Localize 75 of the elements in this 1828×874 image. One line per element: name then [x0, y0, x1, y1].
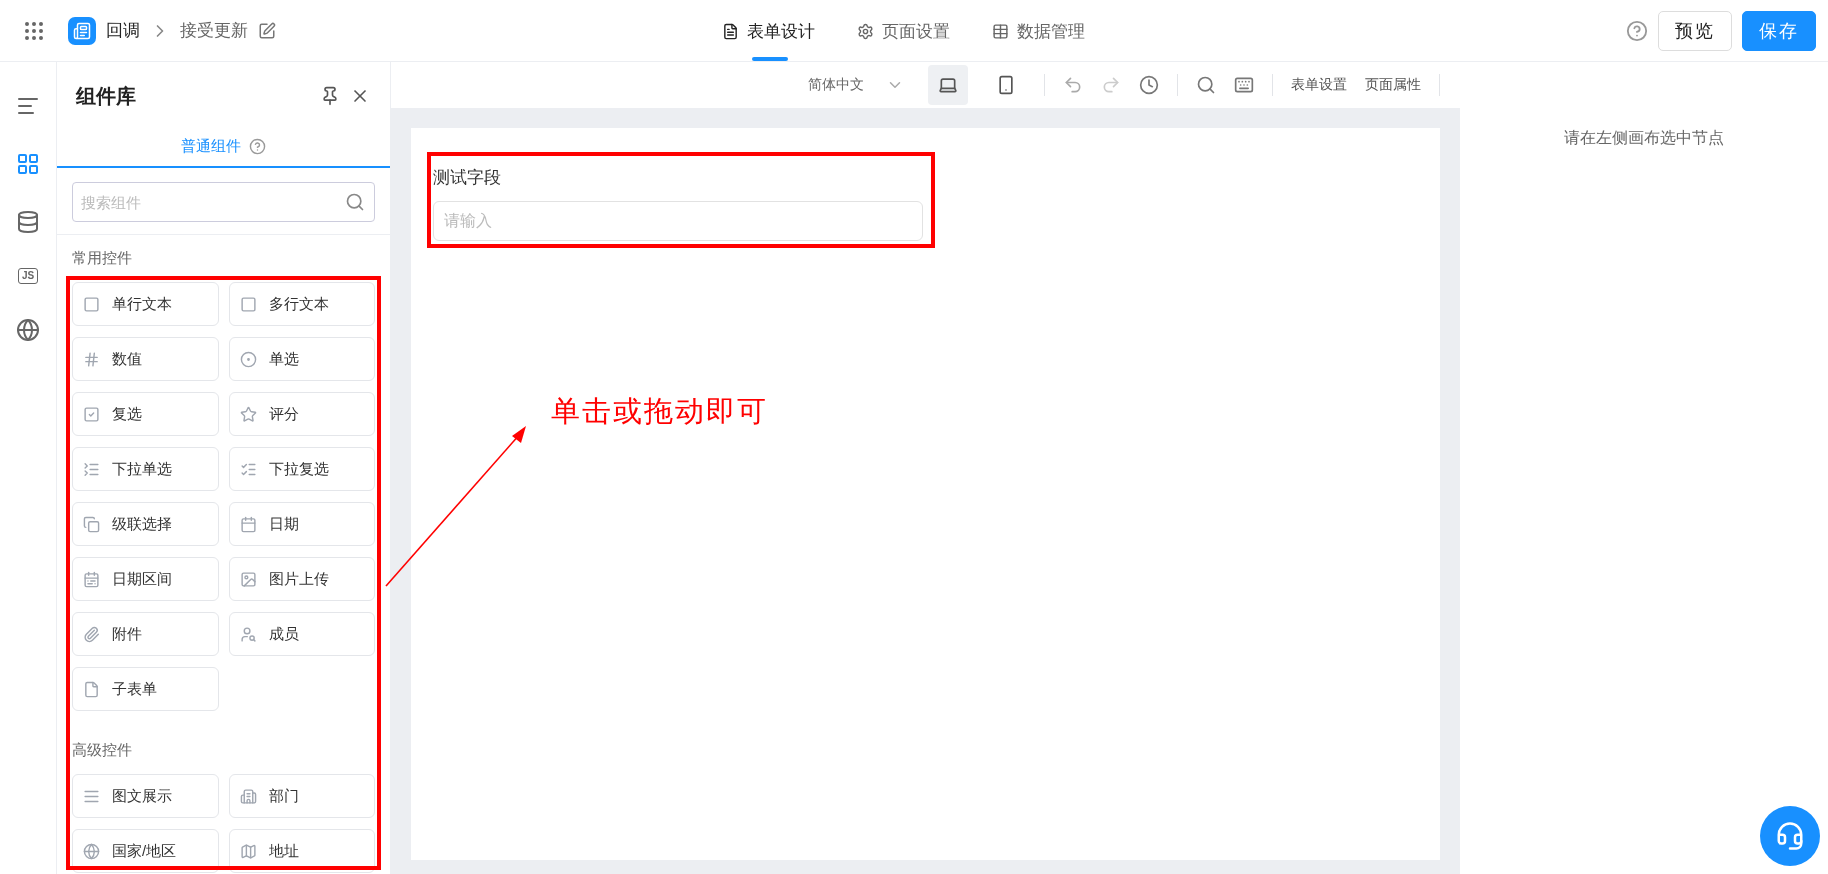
- app-logo-icon: [68, 16, 96, 45]
- building-icon: [239, 787, 257, 805]
- checkbox-icon: [83, 405, 100, 423]
- component-item[interactable]: 图文展示: [72, 774, 219, 818]
- component-item[interactable]: 地址: [228, 829, 375, 873]
- toolbar-link[interactable]: 页面属性: [1365, 76, 1421, 94]
- empty-hint: 请在左侧画布选中节点: [1564, 128, 1724, 148]
- nav-tab[interactable]: 页面设置: [855, 0, 952, 62]
- panel-title: 组件库: [76, 83, 136, 109]
- component-item[interactable]: 单行文本: [72, 282, 219, 326]
- document-icon: [722, 22, 739, 40]
- text-input[interactable]: 请输入: [433, 201, 923, 241]
- language-select[interactable]: 简体中文: [802, 75, 910, 95]
- help-icon[interactable]: [1626, 19, 1648, 42]
- annotation-text: 单击或拖动即可: [551, 393, 768, 430]
- map-icon: [239, 842, 257, 860]
- component-item[interactable]: 子表单: [72, 667, 219, 711]
- pin-icon[interactable]: [320, 86, 340, 106]
- table-icon: [992, 22, 1009, 40]
- star-icon: [239, 405, 257, 423]
- laptop-icon: [938, 75, 958, 95]
- field-label: 测试字段: [433, 167, 502, 189]
- calendar-icon: [239, 515, 257, 533]
- components-icon[interactable]: [16, 152, 40, 176]
- component-item[interactable]: 国家/地区: [72, 829, 219, 873]
- copy-icon: [83, 515, 100, 533]
- image-icon: [239, 570, 257, 588]
- globe-icon[interactable]: [16, 318, 40, 342]
- component-item[interactable]: 日期区间: [72, 557, 219, 601]
- js-button[interactable]: JS: [17, 268, 39, 284]
- paperclip-icon: [83, 625, 100, 643]
- toolbar-link[interactable]: 表单设置: [1291, 76, 1347, 94]
- phone-icon: [996, 75, 1016, 95]
- datasource-icon[interactable]: [16, 210, 40, 234]
- radio-icon: [239, 350, 257, 368]
- undo-icon[interactable]: [1063, 75, 1083, 95]
- headset-icon: [1775, 821, 1805, 851]
- keyboard-icon[interactable]: [1234, 75, 1254, 95]
- help-icon: [249, 137, 266, 155]
- component-item[interactable]: 图片上传: [228, 557, 375, 601]
- support-chat-button[interactable]: [1760, 806, 1820, 866]
- component-item[interactable]: 评分: [228, 392, 375, 436]
- component-item[interactable]: 数值: [72, 337, 219, 381]
- nav-tab[interactable]: 表单设计: [720, 0, 817, 62]
- nav-tab[interactable]: 数据管理: [990, 0, 1087, 62]
- square-icon: [83, 295, 100, 313]
- component-item[interactable]: 附件: [72, 612, 219, 656]
- edit-icon[interactable]: [258, 21, 276, 40]
- calendar-icon: [83, 570, 100, 588]
- app-name[interactable]: 回调: [106, 19, 140, 42]
- component-item[interactable]: 下拉单选: [72, 447, 219, 491]
- search-field[interactable]: 搜索组件: [72, 182, 375, 222]
- file-icon: [83, 680, 100, 698]
- user-icon: [239, 625, 257, 643]
- history-icon[interactable]: [1139, 75, 1159, 95]
- list-icon: [83, 460, 100, 478]
- component-item[interactable]: 下拉复选: [228, 447, 375, 491]
- globe-icon: [83, 842, 100, 860]
- component-item[interactable]: 多行文本: [228, 282, 375, 326]
- component-item[interactable]: 日期: [228, 502, 375, 546]
- desktop-view-button[interactable]: [928, 65, 968, 105]
- component-item[interactable]: 成员: [228, 612, 375, 656]
- square-icon: [239, 295, 257, 313]
- hash-icon: [83, 350, 100, 368]
- search-icon[interactable]: [1196, 75, 1216, 95]
- component-item[interactable]: 复选: [72, 392, 219, 436]
- component-item[interactable]: 级联选择: [72, 502, 219, 546]
- gear-icon: [857, 22, 874, 40]
- preview-button[interactable]: 预览: [1658, 10, 1732, 51]
- group-title: 高级控件: [72, 740, 133, 760]
- search-icon[interactable]: [345, 192, 365, 212]
- page-name: 接受更新: [180, 20, 248, 42]
- component-item[interactable]: 部门: [228, 774, 375, 818]
- group-title: 常用控件: [72, 248, 133, 268]
- component-item[interactable]: 单选: [228, 337, 375, 381]
